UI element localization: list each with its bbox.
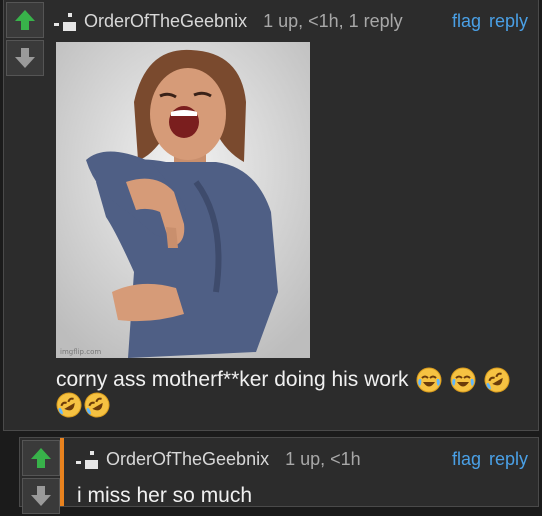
comment-text: corny ass motherf**ker doing his work: [56, 368, 409, 391]
comment-stats: 1 up, <1h: [285, 448, 361, 469]
reply-link[interactable]: reply: [489, 449, 528, 470]
laughing-woman-pointing-illustration: imgflip.com: [56, 42, 310, 358]
username[interactable]: OrderOfTheGeebnix: [84, 11, 247, 32]
avatar[interactable]: [76, 449, 98, 469]
rolling-laughing-emoji-icon: [84, 392, 110, 418]
comment-stats: 1 up, <1h, 1 reply: [263, 10, 403, 31]
comment-body: i miss her so much: [77, 482, 252, 510]
meme-image[interactable]: imgflip.com: [56, 42, 310, 358]
comment-body: corny ass motherf**ker doing his work: [56, 366, 510, 394]
downvote-button[interactable]: [6, 40, 44, 76]
comment: OrderOfTheGeebnix 1 up, <1h, 1 reply fla…: [3, 0, 539, 431]
username[interactable]: OrderOfTheGeebnix: [106, 449, 269, 470]
rolling-laughing-emoji-icon: [484, 367, 510, 393]
arrow-down-icon: [15, 48, 35, 68]
arrow-up-icon: [31, 448, 51, 468]
flag-link[interactable]: flag: [452, 11, 481, 32]
vote-column: [6, 2, 44, 78]
arrow-up-icon: [15, 10, 35, 30]
watermark: imgflip.com: [60, 348, 101, 356]
reply-accent-bar: [60, 438, 64, 506]
rolling-laughing-emoji-icon: [56, 392, 82, 418]
reply-link[interactable]: reply: [489, 11, 528, 32]
emoji-row: [56, 392, 110, 418]
downvote-button[interactable]: [22, 478, 60, 514]
avatar[interactable]: [54, 11, 76, 31]
vote-column: [22, 440, 60, 516]
comment-text: i miss her so much: [77, 484, 253, 507]
flag-link[interactable]: flag: [452, 449, 481, 470]
upvote-button[interactable]: [6, 2, 44, 38]
laughing-tears-emoji-icon: [450, 367, 476, 393]
upvote-button[interactable]: [22, 440, 60, 476]
arrow-down-icon: [31, 486, 51, 506]
comment-meta: OrderOfTheGeebnix 1 up, <1h, 1 reply fla…: [54, 8, 528, 34]
reply-comment: OrderOfTheGeebnix 1 up, <1h flag reply i…: [19, 437, 539, 514]
laughing-tears-emoji-icon: [416, 367, 442, 393]
comment-meta: OrderOfTheGeebnix 1 up, <1h flag reply: [76, 446, 528, 472]
